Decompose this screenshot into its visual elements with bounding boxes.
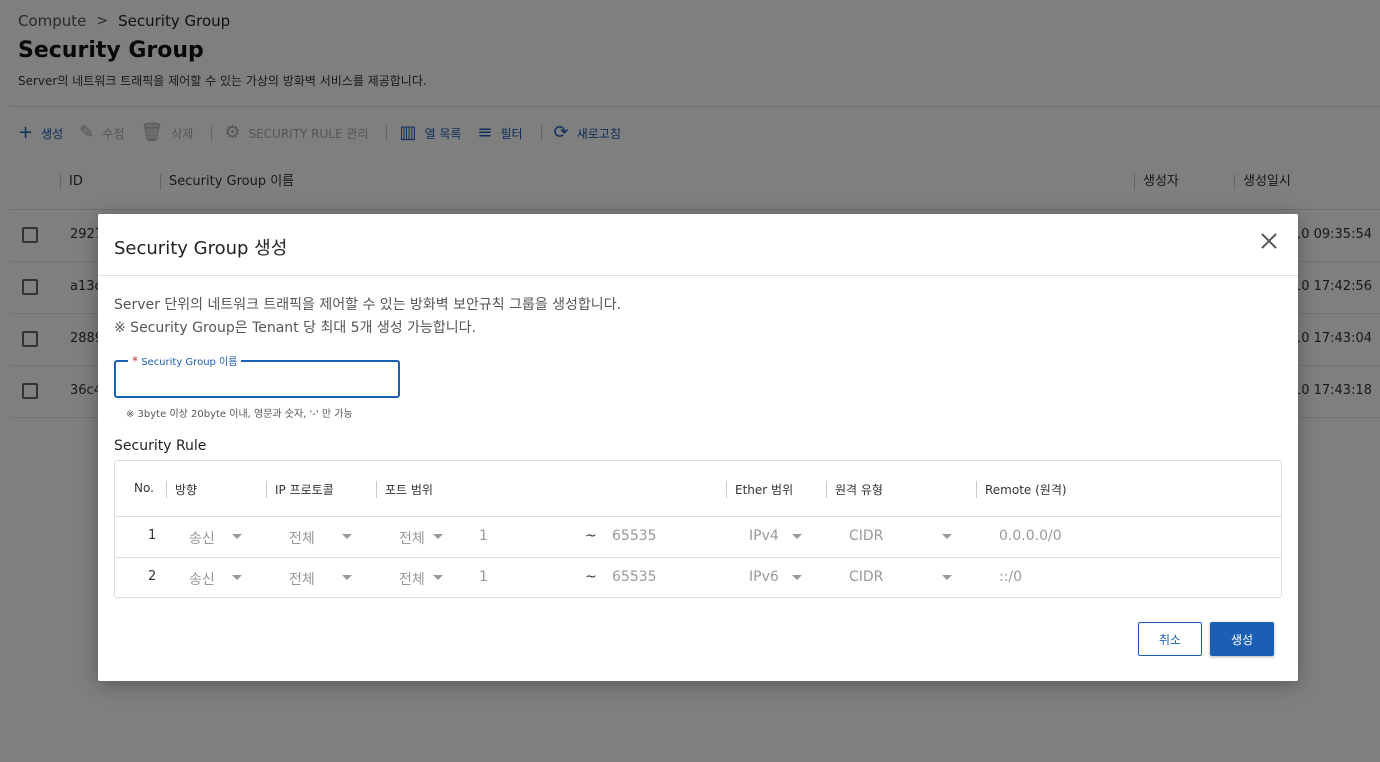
rule-no: 1 xyxy=(148,528,157,543)
dialog-description: Server 단위의 네트워크 트래픽을 제어할 수 있는 방화벽 보안규칙 그… xyxy=(114,294,621,340)
rule-row: 2 송신 전체 전체 1 ~ 65535 IPv6 CIDR ::/0 xyxy=(115,557,1281,597)
cancel-button[interactable]: 취소 xyxy=(1138,622,1202,656)
port-from-input[interactable]: 1 xyxy=(479,528,488,544)
security-rule-table: No. 방향 IP 프로토콜 포트 범위 Ether 범위 원격 유형 Remo… xyxy=(114,460,1282,598)
name-field-hint: ※ 3byte 이상 20byte 이내, 영문과 숫자, '-' 만 가능 xyxy=(126,409,353,420)
chevron-down-icon xyxy=(232,575,242,580)
dialog-description-note: ※ Security Group은 Tenant 당 최대 5개 생성 가능합니… xyxy=(114,320,476,336)
dialog-header: Security Group 생성 xyxy=(98,214,1298,276)
rule-header-no: No. xyxy=(134,481,154,495)
security-group-name-field[interactable]: * Security Group 이름 xyxy=(114,353,400,398)
ether-select[interactable]: IPv4 xyxy=(749,528,779,544)
remote-type-select[interactable]: CIDR xyxy=(849,569,883,585)
protocol-select[interactable]: 전체 xyxy=(289,569,315,589)
rule-no: 2 xyxy=(148,569,157,584)
protocol-select[interactable]: 전체 xyxy=(289,528,315,548)
remote-input[interactable]: 0.0.0.0/0 xyxy=(999,528,1062,544)
rule-header-port-range: 포트 범위 xyxy=(376,481,433,498)
rule-header-protocol: IP 프로토콜 xyxy=(266,481,334,498)
remote-input[interactable]: ::/0 xyxy=(999,569,1022,585)
port-from-input[interactable]: 1 xyxy=(479,569,488,585)
create-button[interactable]: 생성 xyxy=(1210,622,1274,656)
remote-type-select[interactable]: CIDR xyxy=(849,528,883,544)
rule-table-header: No. 방향 IP 프로토콜 포트 범위 Ether 범위 원격 유형 Remo… xyxy=(115,461,1281,517)
chevron-down-icon xyxy=(232,534,242,539)
rule-header-direction: 방향 xyxy=(166,481,197,498)
security-group-name-input[interactable] xyxy=(116,362,398,396)
port-select[interactable]: 전체 xyxy=(399,528,425,548)
close-icon[interactable] xyxy=(1258,231,1280,253)
direction-select[interactable]: 송신 xyxy=(189,569,215,589)
port-range-tilde: ~ xyxy=(585,528,597,544)
port-to-input[interactable]: 65535 xyxy=(612,569,657,585)
port-to-input[interactable]: 65535 xyxy=(612,528,657,544)
chevron-down-icon xyxy=(942,534,952,539)
create-security-group-dialog: Security Group 생성 Server 단위의 네트워크 트래픽을 제… xyxy=(98,214,1298,681)
chevron-down-icon xyxy=(792,534,802,539)
chevron-down-icon xyxy=(433,534,443,539)
security-rule-title: Security Rule xyxy=(114,438,207,454)
dialog-title: Security Group 생성 xyxy=(114,238,288,259)
chevron-down-icon xyxy=(433,575,443,580)
chevron-down-icon xyxy=(942,575,952,580)
rule-row: 1 송신 전체 전체 1 ~ 65535 IPv4 CIDR 0.0.0.0/0 xyxy=(115,517,1281,557)
chevron-down-icon xyxy=(792,575,802,580)
chevron-down-icon xyxy=(342,575,352,580)
rule-header-remote: Remote (원격) xyxy=(976,481,1067,498)
port-select[interactable]: 전체 xyxy=(399,569,425,589)
rule-header-remote-type: 원격 유형 xyxy=(826,481,883,498)
ether-select[interactable]: IPv6 xyxy=(749,569,779,585)
port-range-tilde: ~ xyxy=(585,569,597,585)
rule-header-ether: Ether 범위 xyxy=(726,481,793,498)
chevron-down-icon xyxy=(342,534,352,539)
direction-select[interactable]: 송신 xyxy=(189,528,215,548)
dialog-description-line: Server 단위의 네트워크 트래픽을 제어할 수 있는 방화벽 보안규칙 그… xyxy=(114,297,622,313)
